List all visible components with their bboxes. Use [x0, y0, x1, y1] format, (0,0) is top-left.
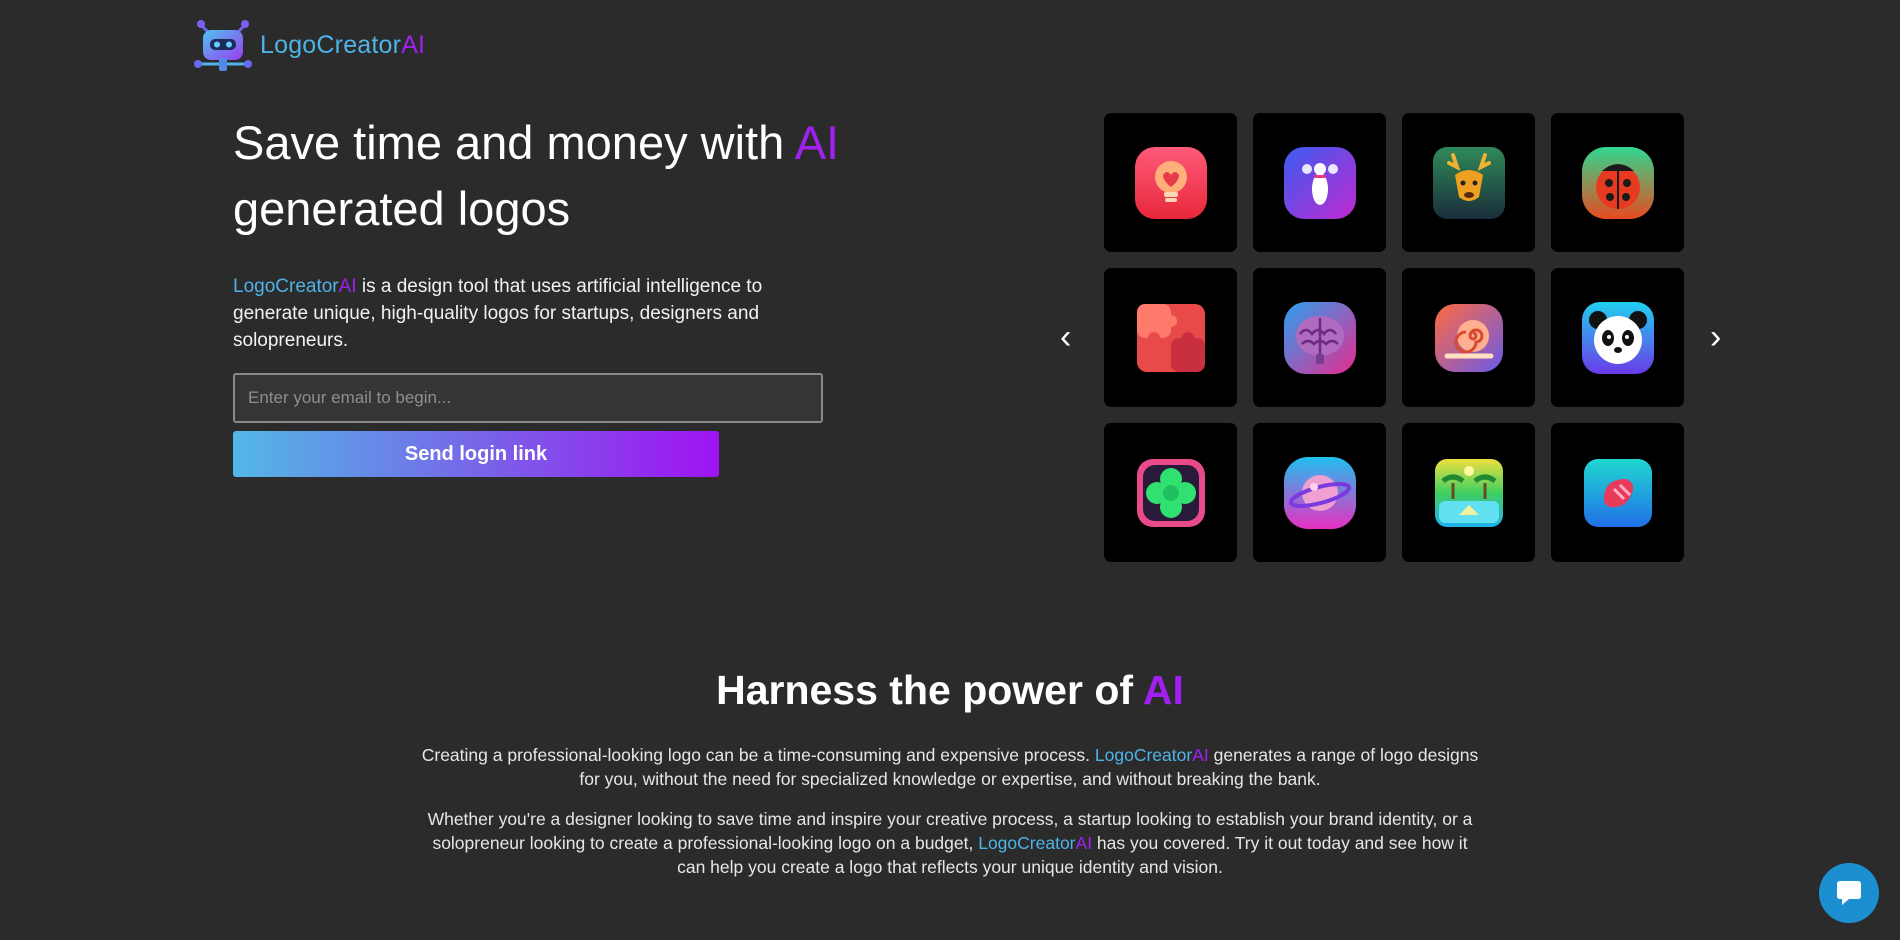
carousel-prev-button[interactable]: ‹ — [1060, 318, 1071, 357]
logo-tile[interactable] — [1402, 268, 1535, 407]
section-title: Harness the power of AI — [0, 667, 1900, 714]
logo-tile[interactable] — [1253, 423, 1386, 562]
bowling-icon — [1283, 146, 1356, 219]
email-input[interactable] — [233, 373, 823, 423]
p1-text: Creating a professional-looking logo can… — [421, 745, 1095, 765]
p1-brand-ai: AI — [1192, 745, 1209, 765]
section-paragraph-1: Creating a professional-looking logo can… — [420, 743, 1480, 791]
chat-bubble-icon — [1837, 881, 1861, 905]
lightbulb-heart-icon — [1134, 146, 1207, 219]
snail-icon — [1434, 303, 1503, 372]
brand-name: LogoCreatorAI — [260, 31, 425, 60]
section-title-text: Harness the power of — [716, 667, 1143, 713]
clover-icon — [1136, 458, 1205, 527]
logo-tile[interactable] — [1104, 423, 1237, 562]
logo-tile[interactable] — [1551, 268, 1684, 407]
hero-description: LogoCreatorAI is a design tool that uses… — [233, 273, 793, 354]
hero-title: Save time and money with AI generated log… — [233, 110, 873, 242]
brand-name-main: LogoCreator — [260, 30, 402, 59]
p2-brand-ai: AI — [1075, 833, 1093, 853]
section-paragraph-2: Whether you're a designer looking to sav… — [420, 807, 1480, 879]
palm-beach-icon — [1434, 458, 1503, 527]
hero-title-text-2: generated logos — [233, 182, 571, 235]
logo-tile[interactable] — [1253, 113, 1386, 252]
puzzle-icon — [1136, 303, 1205, 372]
logo-tile[interactable] — [1104, 268, 1237, 407]
desc-brand-main: LogoCreator — [233, 276, 339, 297]
logo-tile[interactable] — [1402, 423, 1535, 562]
chat-widget-button[interactable] — [1819, 863, 1879, 923]
desc-brand-ai: AI — [338, 276, 357, 297]
planet-icon — [1283, 456, 1356, 529]
ladybug-icon — [1581, 146, 1654, 219]
brand-name-ai: AI — [401, 30, 426, 59]
hero-title-text: Save time and money with — [233, 116, 795, 169]
logo-tile[interactable] — [1104, 113, 1237, 252]
deer-icon — [1432, 146, 1505, 219]
brain-icon — [1283, 301, 1356, 374]
send-login-link-button[interactable]: Send login link — [233, 431, 719, 477]
logo-tile[interactable] — [1551, 113, 1684, 252]
p2-brand-main: LogoCreator — [978, 833, 1076, 853]
panda-icon — [1581, 301, 1654, 374]
logo-gallery-grid — [1104, 113, 1684, 562]
brand-logo[interactable]: LogoCreatorAI — [192, 18, 425, 72]
logo-tile[interactable] — [1253, 268, 1386, 407]
logo-tile[interactable] — [1402, 113, 1535, 252]
logo-tile[interactable] — [1551, 423, 1684, 562]
hero-title-ai: AI — [794, 116, 840, 169]
section-title-ai: AI — [1142, 667, 1184, 713]
gem-icon — [1583, 458, 1652, 527]
p1-brand-main: LogoCreator — [1094, 745, 1193, 765]
robot-logo-icon — [192, 18, 254, 72]
carousel-next-button[interactable]: › — [1710, 318, 1721, 357]
